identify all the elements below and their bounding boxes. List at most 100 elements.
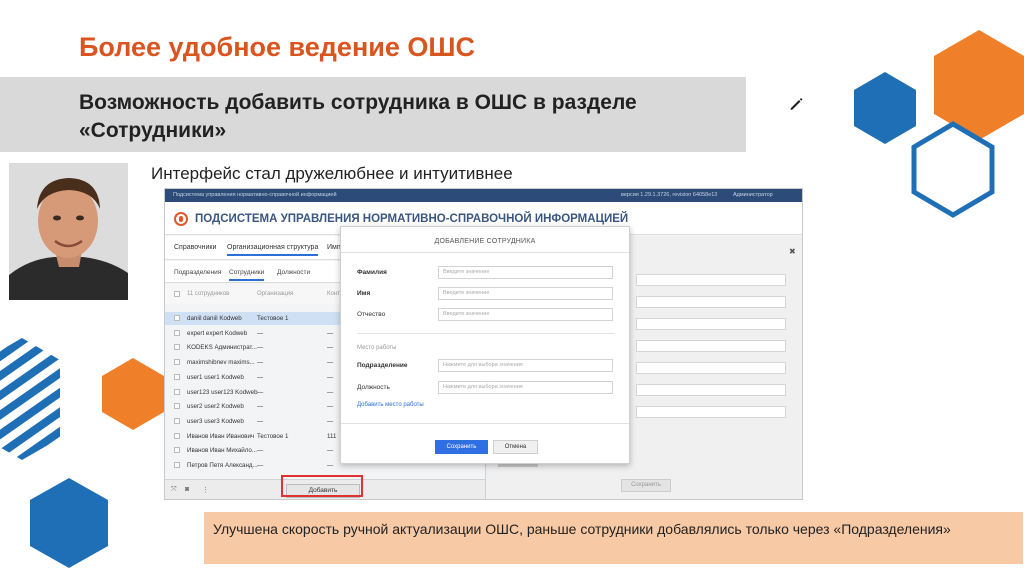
row-contacts: — — [327, 403, 334, 411]
hexagon-blue-bottom — [30, 478, 108, 568]
add-workplace-link[interactable]: Добавить место работы — [357, 402, 424, 408]
row-name: KODEKS Администрат... — [187, 344, 257, 352]
checkbox-icon[interactable] — [174, 462, 180, 468]
tab-departments[interactable]: Подразделения — [174, 269, 221, 276]
dialog-separator — [341, 252, 629, 253]
dialog-title: ДОБАВЛЕНИЕ СОТРУДНИКА — [434, 238, 536, 245]
row-name: user123 user123 Kodweb — [187, 388, 258, 396]
checkbox-icon[interactable] — [174, 291, 180, 297]
row-contacts: — — [327, 388, 334, 396]
checkbox-icon[interactable] — [174, 329, 180, 336]
row-contacts: — — [327, 329, 334, 337]
dialog-save-button[interactable]: Сохранить — [435, 440, 488, 454]
hexagon-orange-large — [934, 30, 1024, 140]
app-topbar: Подсистема управления нормативно-справоч… — [165, 189, 802, 202]
slide-subtitle: Возможность добавить сотрудника в ОШС в … — [79, 91, 637, 142]
detail-save-button[interactable]: Сохранить — [621, 479, 671, 492]
row-name: user3 user3 Kodweb — [187, 417, 244, 425]
add-button-highlight — [281, 475, 363, 497]
row-organization: — — [257, 417, 264, 425]
add-employee-dialog: ДОБАВЛЕНИЕ СОТРУДНИКА Фамилия Введите зн… — [340, 226, 630, 464]
slide-title: Более удобное ведение ОШС — [79, 32, 475, 62]
row-organization: — — [257, 359, 264, 367]
lastname-label: Фамилия — [357, 269, 387, 276]
row-organization: — — [257, 403, 264, 411]
column-header-org[interactable]: Организация — [257, 291, 293, 297]
row-organization: — — [257, 329, 264, 337]
checkbox-icon[interactable] — [174, 344, 180, 351]
row-name: user1 user1 Kodweb — [187, 373, 244, 381]
column-header-contacts[interactable]: Конт — [327, 291, 340, 297]
detail-field[interactable] — [636, 296, 786, 308]
checkbox-icon[interactable] — [174, 388, 180, 395]
row-organization: — — [257, 388, 264, 396]
note-text: Улучшена скорость ручной актуализации ОШ… — [213, 521, 951, 537]
app-system-name: ПОДСИСТЕМА УПРАВЛЕНИЯ НОРМАТИВНО-СПРАВОЧ… — [195, 213, 629, 225]
row-contacts: — — [327, 417, 334, 425]
more-icon[interactable]: ⋮ — [202, 486, 209, 494]
row-organization: Тестовое 1 — [257, 315, 289, 322]
app-topbar-title: Подсистема управления нормативно-справоч… — [173, 192, 337, 198]
checkbox-icon[interactable] — [174, 447, 180, 454]
row-name: Иванов Иван Михайло... — [187, 447, 258, 455]
speaker-photo — [9, 163, 128, 300]
detail-field[interactable] — [636, 274, 786, 286]
position-label: Должность — [357, 384, 390, 391]
row-organization: Тестовое 1 — [257, 432, 289, 440]
row-contacts: — — [327, 344, 334, 352]
detail-field[interactable] — [636, 384, 786, 396]
row-name: Петров Петя Александ... — [187, 462, 258, 469]
hexagon-striped — [0, 338, 60, 460]
row-contacts: — — [327, 462, 334, 469]
checkbox-icon[interactable] — [174, 359, 180, 366]
menu-item-directories[interactable]: Справочники — [174, 244, 216, 251]
row-organization: — — [257, 373, 264, 381]
row-name: maximshibnev maxims... — [187, 359, 255, 367]
employee-count: 11 сотрудников — [187, 291, 230, 297]
dialog-footer-separator — [341, 423, 629, 424]
hexagon-blue-small — [854, 72, 916, 144]
middlename-label: Отчество — [357, 311, 386, 318]
dialog-divider — [357, 333, 615, 334]
menu-item-org-structure[interactable]: Организационная структура — [227, 244, 319, 256]
checkbox-icon[interactable] — [174, 373, 180, 380]
position-select[interactable]: Нажмите для выбора значения — [438, 381, 613, 394]
camera-icon[interactable]: ◙ — [185, 486, 189, 493]
tab-positions[interactable]: Должности — [277, 269, 310, 276]
app-version: версия 1.29.1.3726, revision 64058e13 — [621, 192, 718, 198]
department-select[interactable]: Нажмите для выбора значения — [438, 359, 613, 372]
hexagon-orange-small — [102, 358, 164, 430]
row-name: daniil daniil Kodweb — [187, 315, 242, 322]
dialog-cancel-button[interactable]: Отмена — [493, 440, 538, 454]
logo-icon — [174, 212, 188, 226]
row-organization: — — [257, 462, 264, 469]
lastname-input[interactable]: Введите значение — [438, 266, 613, 279]
row-contacts: — — [327, 359, 334, 367]
department-label: Подразделение — [357, 362, 408, 369]
row-organization: — — [257, 447, 264, 455]
row-name: expert expert Kodweb — [187, 329, 248, 337]
close-icon[interactable]: ✖ — [789, 247, 796, 256]
row-name: user2 user2 Kodweb — [187, 403, 244, 411]
middlename-input[interactable]: Введите значение — [438, 308, 613, 321]
hexagon-blue-outline — [911, 121, 995, 218]
detail-field[interactable] — [636, 406, 786, 418]
checkbox-icon[interactable] — [174, 403, 180, 410]
menu-item-import[interactable]: Имп — [327, 244, 341, 251]
detail-field[interactable] — [636, 362, 786, 374]
checkbox-icon[interactable] — [174, 432, 180, 439]
app-user[interactable]: Администратор — [733, 192, 773, 198]
checkbox-icon[interactable] — [174, 417, 180, 424]
detail-field[interactable] — [636, 318, 786, 330]
workplace-section-title: Место работы — [357, 345, 397, 351]
app-screenshot: Подсистема управления нормативно-справоч… — [164, 188, 803, 500]
firstname-input[interactable]: Введите значение — [438, 287, 613, 300]
expand-icon[interactable]: ⤧ — [171, 486, 177, 494]
caption: Интерфейс стал дружелюбнее и интуитивнее — [151, 164, 513, 183]
row-contacts: 111 — [327, 432, 337, 440]
detail-field[interactable] — [636, 340, 786, 352]
tab-employees[interactable]: Сотрудники — [229, 269, 265, 281]
pencil-icon — [790, 98, 803, 110]
checkbox-icon[interactable] — [174, 315, 180, 321]
row-organization: — — [257, 344, 264, 352]
